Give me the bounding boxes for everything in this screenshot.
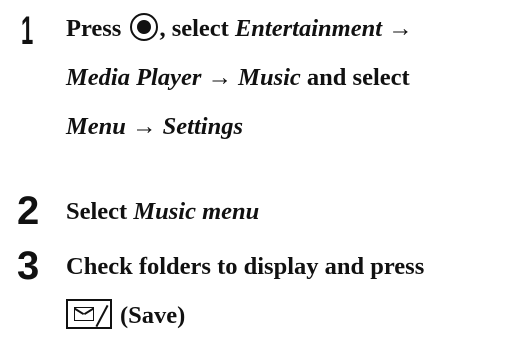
- step-text: Select Music menu: [66, 187, 259, 236]
- step-text: Check folders to display and press (Save…: [66, 242, 424, 340]
- save-label: (Save): [120, 302, 186, 329]
- menu-menu: Menu: [66, 113, 126, 140]
- step-number: 1: [21, 9, 34, 53]
- mail-key-icon: [66, 299, 112, 329]
- menu-music: Music: [238, 64, 301, 91]
- text-press: Press: [66, 15, 128, 42]
- text-select: Select: [66, 198, 134, 225]
- menu-settings: Settings: [162, 113, 244, 140]
- arrow: →: [125, 113, 163, 140]
- step-text: Press , select Entertainment → Media Pla…: [66, 4, 413, 151]
- step-line: Select Music menu: [66, 187, 259, 236]
- text-select: , select: [159, 15, 235, 42]
- arrow: →: [201, 64, 239, 91]
- step-number: 3: [17, 244, 40, 288]
- step-line: Press , select Entertainment →: [66, 4, 413, 53]
- step-line: Check folders to display and press: [66, 253, 425, 280]
- arrow: →: [382, 15, 413, 42]
- text-and-select: and select: [300, 64, 410, 91]
- menu-music-menu: Music menu: [133, 198, 260, 225]
- step-number: 2: [17, 189, 40, 233]
- step-line: Menu → Settings: [66, 102, 413, 151]
- center-key-icon: [130, 13, 159, 41]
- step-line: (Save): [66, 291, 424, 340]
- menu-entertainment: Entertainment: [234, 15, 383, 42]
- step-line: Media Player → Music and select: [66, 53, 413, 102]
- menu-media-player: Media Player: [66, 64, 202, 91]
